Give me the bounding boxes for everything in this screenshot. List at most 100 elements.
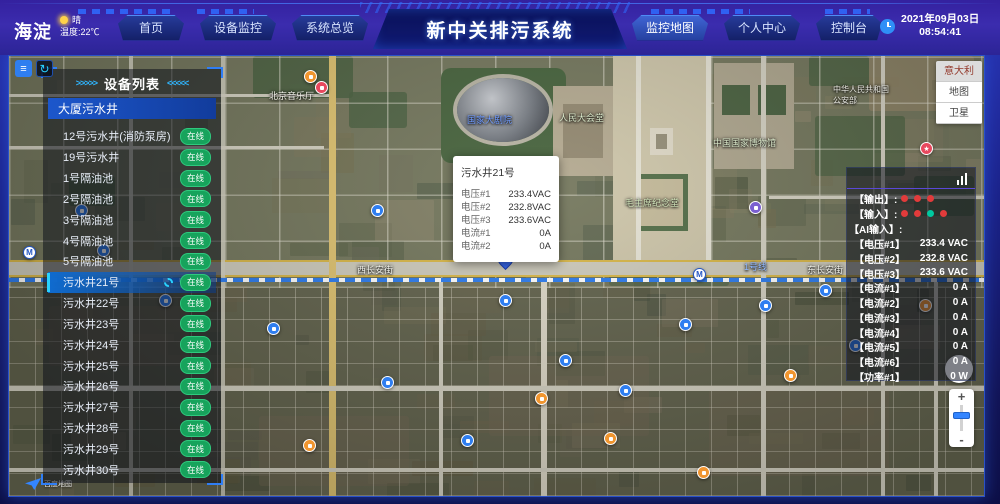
telemetry-row: 【电流#5】 0 A bbox=[847, 340, 975, 355]
time-text: 08:54:41 bbox=[901, 26, 979, 39]
marker-glyph bbox=[564, 359, 568, 363]
blue-poi-marker[interactable] bbox=[619, 384, 632, 397]
bar-chart-icon[interactable] bbox=[957, 173, 968, 185]
nav-button[interactable]: 设备监控 bbox=[200, 15, 276, 41]
device-list-item[interactable]: 19号污水井在线 bbox=[48, 147, 216, 168]
device-list-item[interactable]: 2号隔油池在线 bbox=[48, 188, 216, 209]
status-badge: 在线 bbox=[180, 190, 211, 207]
orange-poi-marker[interactable] bbox=[697, 466, 710, 479]
device-label: 污水井21号 bbox=[63, 274, 164, 290]
device-list-title: >>>>> 设备列表 <<<<< bbox=[43, 69, 221, 97]
device-list-item[interactable]: 3号隔油池在线 bbox=[48, 209, 216, 230]
telemetry-row: 【电流#2】0 A bbox=[847, 295, 975, 310]
device-list-item[interactable]: 污水井29号在线 bbox=[48, 438, 216, 459]
output-status-dots bbox=[901, 195, 934, 202]
zoom-slider-track[interactable] bbox=[960, 405, 963, 431]
device-list-item[interactable]: 4号隔油池在线 bbox=[48, 230, 216, 251]
device-list-item[interactable]: 污水井28号在线 bbox=[48, 418, 216, 439]
marker-glyph bbox=[789, 374, 793, 378]
device-group-header[interactable]: 大厦污水井 bbox=[48, 98, 216, 119]
device-list-item[interactable]: 1号隔油池在线 bbox=[48, 168, 216, 189]
telemetry-label: 【功率#1】 bbox=[854, 369, 905, 384]
red-poi-marker[interactable] bbox=[315, 81, 328, 94]
blue-poi-marker[interactable] bbox=[371, 204, 384, 217]
telemetry-row: 【电流#1】0 A bbox=[847, 280, 975, 295]
telemetry-value: 0 W bbox=[950, 371, 968, 382]
status-badge: 在线 bbox=[180, 211, 211, 228]
popup-row-label: 电压#1 bbox=[461, 188, 491, 201]
orange-poi-marker[interactable] bbox=[304, 70, 317, 83]
telemetry-label: 【电流#5】 bbox=[854, 339, 905, 354]
blue-poi-marker[interactable] bbox=[819, 284, 832, 297]
panel-corner bbox=[207, 67, 223, 78]
blue-poi-marker[interactable] bbox=[759, 299, 772, 312]
popup-row: 电压#2232.8VAC bbox=[461, 201, 551, 214]
refresh-icon[interactable]: ↻ bbox=[36, 60, 53, 77]
list-icon[interactable]: ≡ bbox=[15, 60, 32, 77]
telemetry-value: 232.8 VAC bbox=[920, 253, 968, 264]
status-badge: 在线 bbox=[180, 399, 211, 416]
gear-icon[interactable] bbox=[164, 278, 173, 287]
device-list-item[interactable]: 污水井24号在线 bbox=[48, 334, 216, 355]
panel-corner bbox=[41, 474, 57, 485]
device-label: 12号污水井(消防泵房) bbox=[63, 128, 180, 144]
map-layer-option[interactable]: 地图 bbox=[936, 82, 982, 103]
device-list-item[interactable]: 污水井26号在线 bbox=[48, 376, 216, 397]
ai-input-label: 【AI输入】: bbox=[847, 221, 975, 236]
output-status-row: 【输出】: bbox=[847, 191, 975, 206]
blue-poi-marker[interactable] bbox=[381, 376, 394, 389]
telemetry-row: 【电压#3】233.6 VAC bbox=[847, 266, 975, 281]
orange-poi-marker[interactable] bbox=[604, 432, 617, 445]
nav-button[interactable]: 首页 bbox=[118, 15, 184, 41]
blue-poi-marker[interactable] bbox=[461, 434, 474, 447]
metro-poi-marker[interactable]: M bbox=[23, 246, 36, 259]
device-list-item[interactable]: 污水井22号在线 bbox=[48, 293, 216, 314]
orange-poi-marker[interactable] bbox=[303, 439, 316, 452]
telemetry-value: 0 A bbox=[953, 297, 968, 308]
blue-poi-marker[interactable] bbox=[679, 318, 692, 331]
device-list-panel: >>>>> 设备列表 <<<<< 大厦污水井 12号污水井(消防泵房)在线19号… bbox=[43, 69, 221, 483]
device-list-item[interactable]: 污水井30号在线 bbox=[48, 459, 216, 480]
device-list-item[interactable]: 污水井21号在线 bbox=[48, 272, 216, 293]
device-label: 污水井28号 bbox=[63, 420, 180, 436]
device-list-item[interactable]: 12号污水井(消防泵房)在线 bbox=[48, 126, 216, 147]
blue-poi-marker[interactable] bbox=[267, 322, 280, 335]
device-label: 4号隔油池 bbox=[63, 233, 180, 249]
device-list-item[interactable]: 污水井27号在线 bbox=[48, 397, 216, 418]
orange-poi-marker[interactable] bbox=[535, 392, 548, 405]
telemetry-row: 【电流#4】0 A bbox=[847, 325, 975, 340]
popup-row: 电压#3233.6VAC bbox=[461, 214, 551, 227]
device-list-item[interactable]: 污水井25号在线 bbox=[48, 355, 216, 376]
zoom-slider-handle[interactable] bbox=[953, 412, 970, 419]
status-badge: 在线 bbox=[180, 149, 211, 166]
nav-button-active[interactable]: 监控地图 bbox=[632, 15, 708, 41]
device-list-item[interactable]: 5号隔油池在线 bbox=[48, 251, 216, 272]
nav-button[interactable]: 个人中心 bbox=[724, 15, 800, 41]
device-list-item[interactable]: 污水井23号在线 bbox=[48, 313, 216, 334]
map-viewport[interactable]: 国家大剧院人民大会堂毛主席纪念堂中国国家博物馆北京音乐厅西长安街东长安街1号线中… bbox=[8, 55, 985, 497]
zoom-in-button[interactable]: + bbox=[958, 389, 966, 404]
marker-glyph bbox=[466, 439, 470, 443]
purple-poi-marker[interactable] bbox=[749, 201, 762, 214]
popup-row-value: 0A bbox=[539, 227, 551, 240]
telemetry-label: 【电压#2】 bbox=[854, 251, 905, 266]
map-layer-control: 意大利地图卫星 bbox=[936, 61, 982, 124]
red-star-poi-marker[interactable]: ★ bbox=[920, 142, 933, 155]
map-layer-option[interactable]: 意大利 bbox=[936, 61, 982, 82]
marker-glyph bbox=[764, 304, 768, 308]
metro-poi-marker[interactable]: M bbox=[693, 268, 706, 281]
baidu-logo-icon bbox=[25, 478, 41, 490]
nav-button[interactable]: 控制台 bbox=[816, 15, 882, 41]
blue-poi-marker[interactable] bbox=[499, 294, 512, 307]
nav-button[interactable]: 系统总览 bbox=[292, 15, 368, 41]
telemetry-value: 0 A bbox=[953, 341, 968, 352]
marker-glyph bbox=[320, 86, 324, 90]
orange-poi-marker[interactable] bbox=[784, 369, 797, 382]
chevrons-right-icon: >>>>> bbox=[76, 78, 97, 88]
map-layer-option[interactable]: 卫星 bbox=[936, 103, 982, 124]
blue-poi-marker[interactable] bbox=[559, 354, 572, 367]
nav-right: 监控地图个人中心控制台 bbox=[632, 0, 882, 55]
zoom-out-button[interactable]: - bbox=[959, 432, 963, 447]
chevrons-left-icon: <<<<< bbox=[167, 78, 188, 88]
status-badge: 在线 bbox=[180, 315, 211, 332]
